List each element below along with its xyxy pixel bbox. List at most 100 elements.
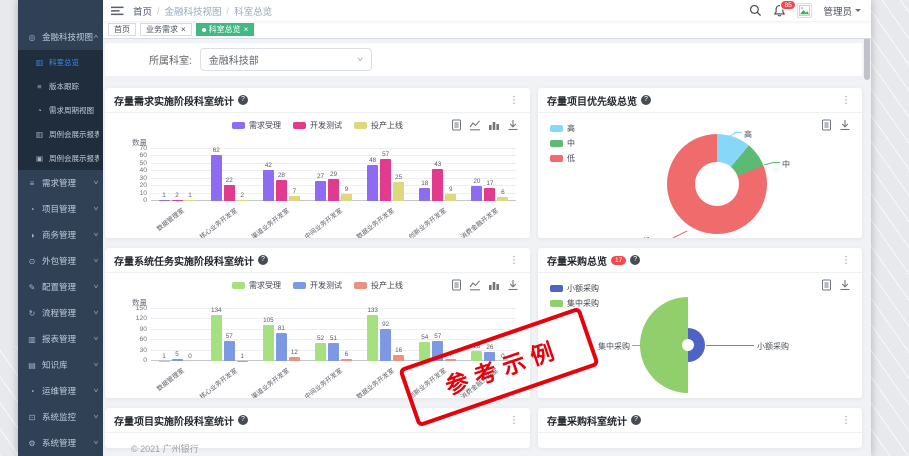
bar: 81 — [276, 333, 287, 361]
briefcase-icon: ▣ — [34, 154, 45, 163]
download-icon[interactable] — [839, 119, 851, 131]
slice-label: 低 — [630, 236, 650, 238]
download-icon[interactable] — [839, 279, 851, 291]
panel-menu-icon[interactable]: ⋮ — [839, 255, 853, 266]
sidebar-item-11[interactable]: ⚙系统管理∨ — [18, 430, 103, 456]
data-view-icon[interactable] — [821, 279, 832, 291]
chevron-down-icon: ∨ — [93, 206, 99, 212]
data-view-icon[interactable] — [451, 119, 462, 131]
bar-group: 52516 — [307, 343, 359, 361]
bar-chart-icon: ▥ — [26, 335, 38, 344]
sidebar-item-0[interactable]: ◎金融科技视图∧ — [18, 24, 103, 50]
search-icon[interactable] — [749, 4, 762, 17]
bar: 62 — [211, 155, 222, 201]
bar: 7 — [289, 196, 300, 201]
bar: 22 — [224, 185, 235, 201]
legend-label: 集中采购 — [567, 298, 599, 309]
bar-value-label: 9 — [449, 186, 453, 193]
download-icon[interactable] — [507, 279, 519, 291]
y-tick-label: 0 — [121, 357, 147, 364]
legend-item[interactable]: 低 — [550, 153, 575, 164]
sidebar-item-8[interactable]: ▤知识库∨ — [18, 352, 103, 378]
bar: 51 — [328, 343, 339, 361]
legend-label: 需求受理 — [249, 120, 281, 131]
breadcrumb-item[interactable]: 首页 — [133, 4, 152, 18]
sidebar-item-1[interactable]: ≡需求管理∨ — [18, 170, 103, 196]
sidebar-subitem-0[interactable]: ▥科室总览 — [18, 50, 103, 74]
download-icon[interactable] — [507, 119, 519, 131]
legend-item[interactable]: 投产上线 — [354, 280, 403, 291]
sidebar-item-10[interactable]: ⊡系统监控∨ — [18, 404, 103, 430]
close-tab-icon[interactable]: × — [244, 26, 249, 34]
panel-header: 存量采购总览17?⋮ — [538, 248, 862, 273]
tab-2[interactable]: 科室总览× — [196, 23, 255, 36]
bar-chart-icon[interactable] — [488, 119, 500, 131]
legend-item[interactable]: 高 — [550, 123, 575, 134]
help-icon[interactable]: ? — [641, 95, 651, 105]
legend-item[interactable]: 开发测试 — [293, 280, 342, 291]
tab-1[interactable]: 业务需求× — [140, 23, 192, 36]
panel-menu-icon[interactable]: ⋮ — [839, 415, 853, 426]
help-icon[interactable]: ? — [238, 95, 248, 105]
legend-item[interactable]: 小额采购 — [550, 283, 599, 294]
legend-item[interactable]: 需求受理 — [232, 280, 281, 291]
sidebar-subitem-3[interactable]: ▥周例会展示报表-项目 — [18, 122, 103, 146]
bar-chart-icon[interactable] — [488, 279, 500, 291]
notifications-bell-icon[interactable]: 85 — [773, 4, 786, 17]
y-tick-label: 150 — [121, 305, 147, 312]
legend-item[interactable]: 需求受理 — [232, 120, 281, 131]
bar-value-label: 17 — [486, 180, 493, 187]
clock-icon: ◔ — [26, 205, 38, 214]
chevron-down-icon: ∨ — [93, 310, 99, 316]
legend-item[interactable]: 投产上线 — [354, 120, 403, 131]
sidebar-subitem-2[interactable]: ◔需求周期视图 — [18, 98, 103, 122]
line-chart-icon[interactable] — [469, 119, 481, 131]
clock-icon: ◔ — [34, 106, 45, 115]
sidebar-menu: ◎金融科技视图∧▥科室总览≡版本跟踪◔需求周期视图▥周例会展示报表-项目▣周例会… — [18, 24, 103, 456]
sidebar-item-3[interactable]: ◑商务管理∨ — [18, 222, 103, 248]
data-view-icon[interactable] — [821, 119, 832, 131]
sidebar-item-6[interactable]: ↻流程管理∨ — [18, 300, 103, 326]
sidebar-item-4[interactable]: ⊙外包管理∨ — [18, 248, 103, 274]
line-chart-icon[interactable] — [469, 279, 481, 291]
help-icon[interactable]: ? — [631, 415, 641, 425]
breadcrumb-item[interactable]: 金融科技视图 — [165, 4, 222, 18]
department-select[interactable]: 金融科技部 ∨ — [200, 48, 372, 71]
help-icon[interactable]: ? — [238, 415, 248, 425]
hamburger-icon[interactable] — [111, 5, 124, 17]
sidebar-item-5[interactable]: ✎配置管理∨ — [18, 274, 103, 300]
sidebar-item-7[interactable]: ▥报表管理∨ — [18, 326, 103, 352]
sidebar-subitem-1[interactable]: ≡版本跟踪 — [18, 74, 103, 98]
slice-label: 高 — [744, 129, 752, 140]
panel-menu-icon[interactable]: ⋮ — [507, 255, 521, 266]
user-avatar[interactable] — [797, 3, 812, 18]
panel-menu-icon[interactable]: ⋮ — [839, 95, 853, 106]
bar: 134 — [211, 315, 222, 361]
legend-item[interactable]: 开发测试 — [293, 120, 342, 131]
sidebar-item-2[interactable]: ◔项目管理∨ — [18, 196, 103, 222]
bar: 18 — [419, 188, 430, 201]
help-icon[interactable]: ? — [258, 255, 268, 265]
bar-value-label: 54 — [421, 334, 428, 341]
panel-menu-icon[interactable]: ⋮ — [507, 95, 521, 106]
user-menu[interactable]: 管理员 — [823, 4, 861, 18]
help-icon[interactable]: ? — [630, 255, 640, 265]
chart-legend: 小额采购集中采购 — [550, 283, 599, 309]
panel-menu-icon[interactable]: ⋮ — [507, 415, 521, 426]
bar: 1 — [185, 200, 196, 201]
bar-value-label: 48 — [369, 157, 376, 164]
sidebar-subitem-4[interactable]: ▣周例会展示报表-采购 — [18, 146, 103, 170]
scrollbar-track — [864, 22, 870, 454]
close-tab-icon[interactable]: × — [181, 26, 186, 34]
bar-group: 42287 — [255, 170, 307, 201]
sidebar-item-9[interactable]: ◔运维管理∨ — [18, 378, 103, 404]
y-tick-label: 10 — [121, 190, 147, 197]
legend-item[interactable]: 中 — [550, 138, 575, 149]
bar: 6 — [341, 359, 352, 361]
chevron-down-icon: ∨ — [93, 180, 99, 186]
legend-swatch — [293, 282, 306, 289]
chevron-down-icon: ∨ — [93, 388, 99, 394]
tab-0[interactable]: 首页 — [108, 23, 136, 36]
panel-title: 存量需求实施阶段科室统计 — [114, 93, 234, 108]
data-view-icon[interactable] — [451, 279, 462, 291]
